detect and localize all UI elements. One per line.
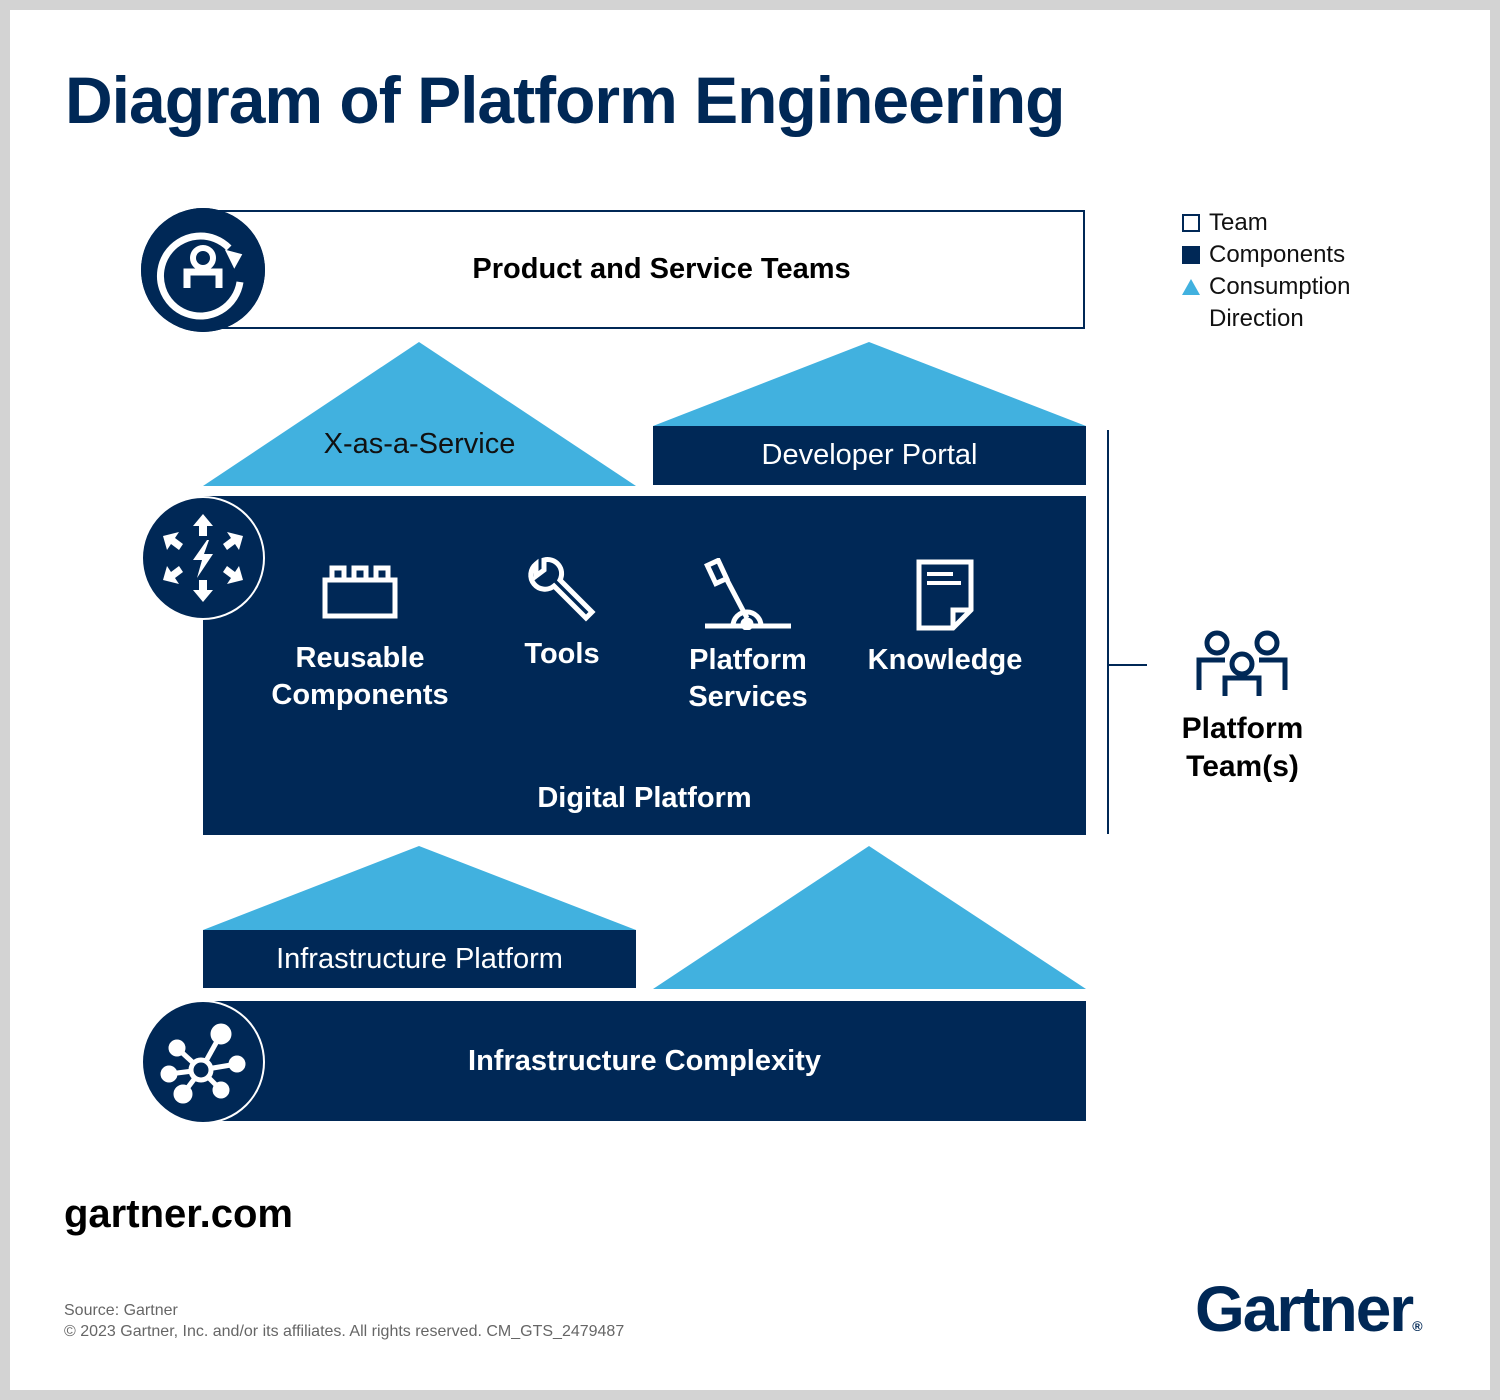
infrastructure-complexity-label: Infrastructure Complexity [468, 1044, 821, 1077]
platform-services-label-2: Services [688, 681, 808, 713]
user-cycle-icon [141, 208, 265, 332]
platform-services-label-1: Platform [689, 644, 807, 676]
reusable-components-label-1: Reusable [295, 642, 425, 674]
reusable-components-label-2: Components [271, 679, 449, 711]
building-block-icon [322, 565, 398, 619]
legend-item-consumption: Consumption [1182, 271, 1350, 303]
triangle-icon [1182, 279, 1200, 295]
infrastructure-platform-block: Infrastructure Platform [203, 930, 636, 988]
reusable-components-item: Reusable Components [260, 558, 460, 714]
outline-square-icon [1182, 214, 1200, 232]
product-service-teams-box: Product and Service Teams [208, 210, 1085, 329]
wrench-icon [528, 557, 596, 622]
filled-square-icon [1182, 246, 1200, 264]
site-url: gartner.com [64, 1192, 293, 1236]
platform-team-label-1: Platform [1181, 712, 1304, 745]
infrastructure-platform-label: Infrastructure Platform [276, 942, 563, 975]
gartner-logo-text: Gartner [1195, 1273, 1414, 1345]
legend-label-consumption: Consumption [1209, 273, 1351, 300]
developer-portal-roof [653, 342, 1086, 426]
diagram-canvas: Diagram of Platform Engineering Product … [10, 10, 1490, 1390]
consumption-direction-triangle [653, 846, 1086, 989]
legend-item-team: Team [1182, 207, 1350, 239]
product-service-teams-label: Product and Service Teams [472, 253, 851, 285]
infrastructure-platform-roof [203, 846, 636, 930]
digital-platform-title: Digital Platform [203, 782, 1086, 815]
platform-team-bracket [1107, 430, 1109, 834]
platform-services-item: Platform Services [658, 558, 838, 716]
platform-team-label: Platform Team(s) [1160, 710, 1325, 786]
legend-label-team: Team [1209, 209, 1268, 236]
platform-team-label-2: Team(s) [1186, 750, 1299, 783]
digital-platform-label: Digital Platform [537, 782, 752, 814]
legend-item-components: Components [1182, 239, 1350, 271]
source-note: Source: Gartner © 2023 Gartner, Inc. and… [64, 1300, 624, 1342]
platform-team-connector [1107, 664, 1147, 666]
tools-item: Tools [472, 557, 652, 673]
legend: Team Components Consumption Direction [1182, 207, 1350, 335]
gartner-logo: Gartner® [1195, 1272, 1423, 1346]
infrastructure-complexity-block: Infrastructure Complexity [203, 1001, 1086, 1121]
copyright-text: © 2023 Gartner, Inc. and/or its affiliat… [64, 1323, 625, 1340]
x-as-a-service-label: X-as-a-Service [323, 428, 516, 460]
tools-label: Tools [524, 638, 600, 670]
knowledge-item: Knowledge [855, 558, 1035, 679]
document-icon [916, 559, 974, 631]
lightning-burst-icon [141, 496, 265, 620]
registered-mark: ® [1412, 1318, 1423, 1334]
legend-label-direction: Direction [1209, 305, 1304, 332]
page-title: Diagram of Platform Engineering [65, 63, 1065, 137]
source-text: Source: Gartner [64, 1302, 178, 1319]
team-group-icon [1196, 630, 1288, 696]
developer-portal-block: Developer Portal [653, 426, 1086, 485]
network-hub-icon [141, 1000, 265, 1124]
legend-label-components: Components [1209, 241, 1346, 268]
x-as-a-service-triangle [203, 342, 636, 486]
developer-portal-label: Developer Portal [761, 439, 978, 471]
lever-icon [704, 558, 791, 630]
knowledge-label: Knowledge [867, 644, 1023, 676]
